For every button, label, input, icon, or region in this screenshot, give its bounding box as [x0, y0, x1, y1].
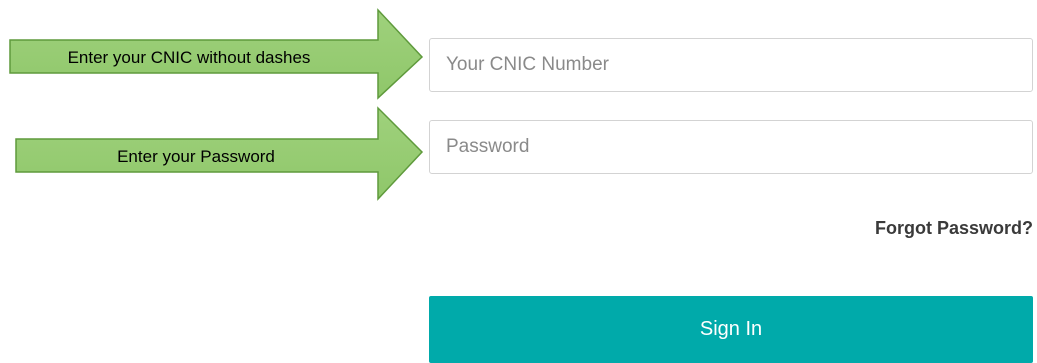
- cnic-number-input[interactable]: [429, 38, 1033, 92]
- callout-password-text: Enter your Password: [117, 147, 275, 166]
- password-input[interactable]: [429, 120, 1033, 174]
- callout-cnic-text: Enter your CNIC without dashes: [67, 48, 311, 67]
- sign-in-button[interactable]: Sign In: [429, 296, 1033, 363]
- forgot-password-link[interactable]: Forgot Password?: [875, 218, 1033, 239]
